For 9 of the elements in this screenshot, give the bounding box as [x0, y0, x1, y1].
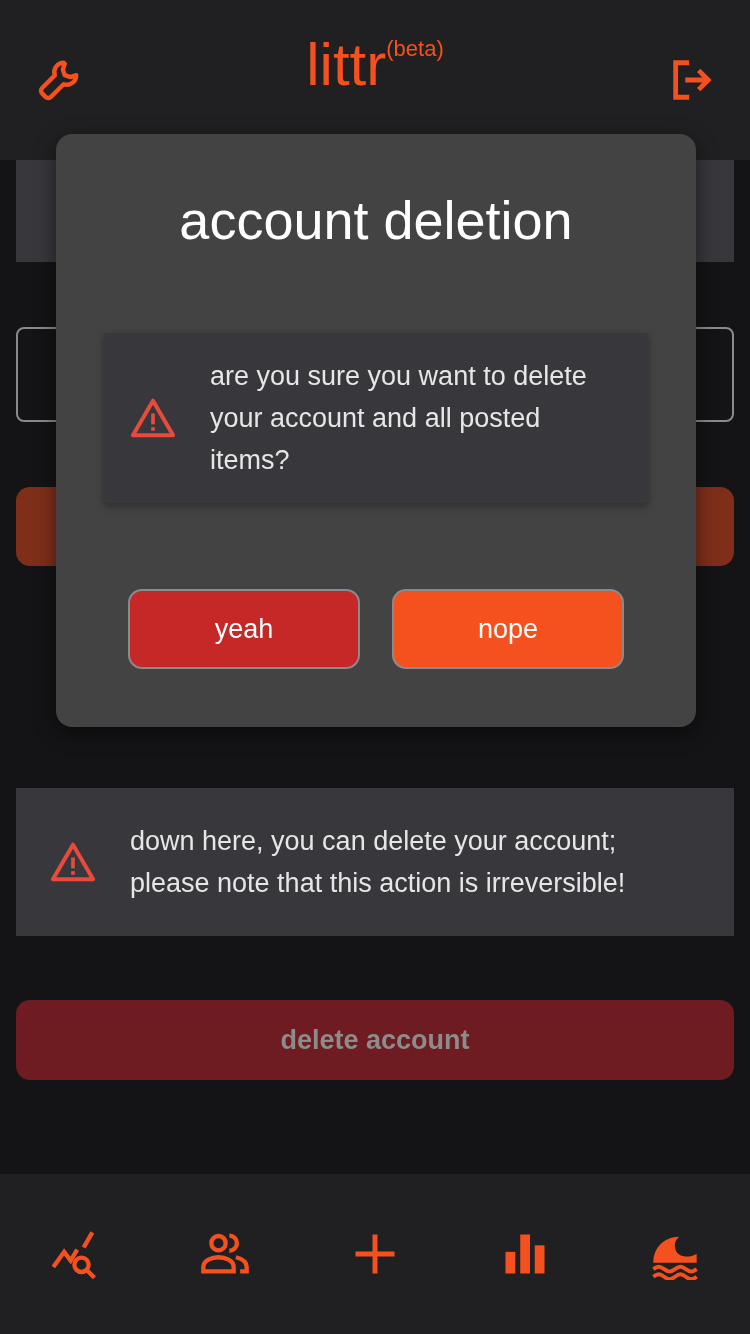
message-text: are you sure you want to delete your account and all posted items?	[210, 360, 588, 477]
cancel-button[interactable]: nope	[392, 589, 624, 669]
warning-icon	[50, 841, 96, 883]
notice-text: down here, you can delete your account; please note that this action is irreversible!	[130, 825, 627, 900]
app-title: littr	[306, 32, 387, 98]
confirm-button[interactable]: yeah	[128, 589, 360, 669]
beta-label: (beta)	[386, 36, 444, 61]
dialog-title: account deletion	[179, 189, 573, 252]
warning-icon	[130, 397, 176, 439]
